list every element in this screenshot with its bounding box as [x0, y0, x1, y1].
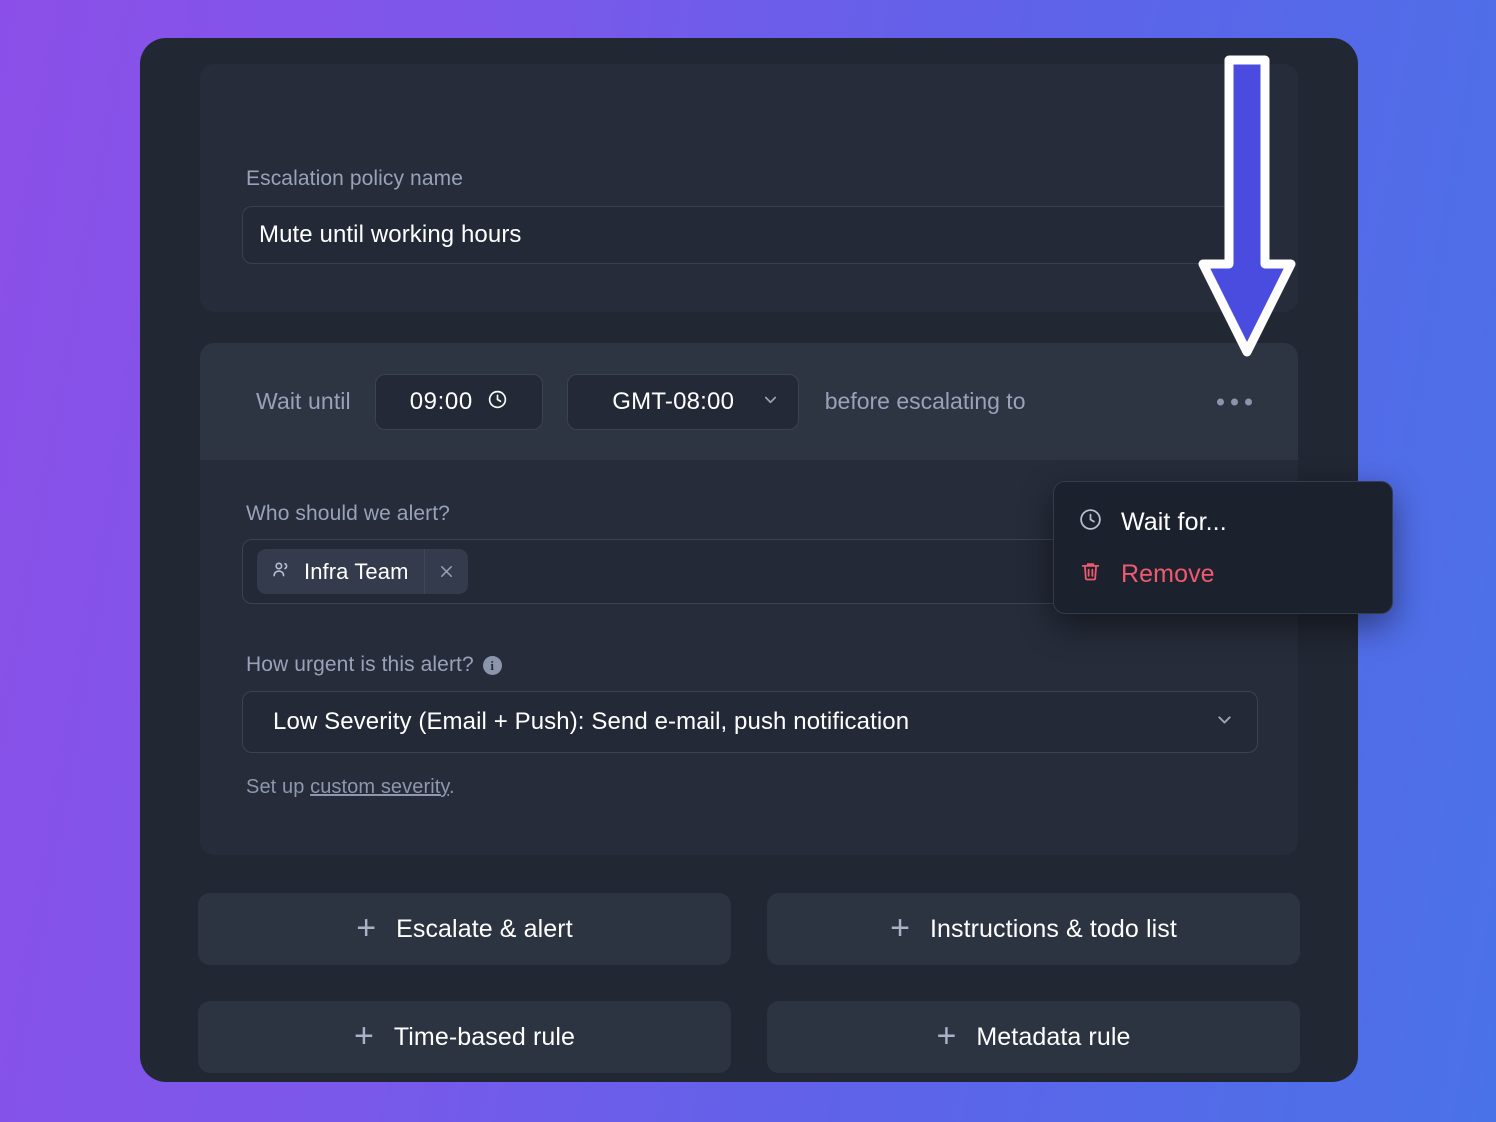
policy-name-input[interactable] [242, 206, 1258, 264]
add-instructions-todo-label: Instructions & todo list [929, 914, 1177, 943]
wait-until-label: Wait until [256, 388, 351, 414]
menu-item-wait-for[interactable]: Wait for... [1054, 496, 1392, 548]
team-tag-label: Infra Team [304, 558, 409, 584]
severity-select[interactable]: Low Severity (Email + Push): Send e-mail… [242, 691, 1258, 753]
trash-icon [1078, 559, 1103, 589]
close-icon[interactable] [423, 549, 468, 594]
info-icon[interactable]: i [482, 655, 502, 675]
chevron-down-icon [761, 390, 780, 414]
menu-item-wait-for-label: Wait for... [1121, 507, 1227, 536]
clock-icon [487, 389, 508, 415]
add-time-based-rule-label: Time-based rule [393, 1022, 576, 1051]
before-escalating-label: before escalating to [824, 388, 1026, 414]
urgency-label: How urgent is this alert? [246, 653, 474, 676]
team-tag: Infra Team [257, 549, 468, 594]
escalation-policy-card: Escalation policy name Wait until 09:00 … [140, 38, 1393, 1082]
add-time-based-rule-button[interactable]: + Time-based rule [198, 1001, 731, 1073]
custom-severity-link[interactable]: custom severity [310, 776, 449, 798]
add-escalate-alert-button[interactable]: + Escalate & alert [198, 893, 731, 965]
policy-name-label: Escalation policy name [246, 167, 463, 190]
clock-icon [1078, 507, 1103, 537]
wait-time-value: 09:00 [409, 387, 473, 415]
add-block-actions: + Escalate & alert + Instructions & todo… [198, 893, 1300, 1073]
wait-time-input[interactable]: 09:00 [374, 373, 543, 430]
custom-severity-suffix: . [449, 776, 455, 798]
rule-context-menu: Wait for... Remove [1053, 481, 1393, 614]
add-metadata-rule-button[interactable]: + Metadata rule [767, 1001, 1300, 1073]
urgency-label-wrap: How urgent is this alert? i [246, 653, 502, 677]
users-icon [271, 559, 292, 585]
rule-header-row: Wait until 09:00 GMT-08:00 before escala… [200, 343, 1298, 460]
plus-icon: + [890, 908, 910, 947]
plus-icon: + [356, 908, 377, 947]
severity-chevron-down-icon [1214, 709, 1235, 735]
policy-name-panel: Escalation policy name [200, 64, 1298, 312]
menu-item-remove-label: Remove [1121, 559, 1215, 588]
plus-icon: + [936, 1016, 957, 1055]
team-tag-main: Infra Team [257, 549, 424, 594]
custom-severity-hint: Set up custom severity. [246, 776, 455, 799]
add-instructions-todo-button[interactable]: + Instructions & todo list [767, 893, 1300, 965]
who-should-alert-label: Who should we alert? [246, 502, 450, 525]
custom-severity-prefix: Set up [246, 776, 311, 798]
ellipsis-horizontal-icon[interactable] [1211, 388, 1258, 415]
timezone-select[interactable]: GMT-08:00 [566, 373, 799, 430]
timezone-value: GMT-08:00 [612, 387, 735, 415]
add-escalate-alert-label: Escalate & alert [396, 914, 573, 943]
menu-item-remove[interactable]: Remove [1054, 548, 1392, 600]
plus-icon: + [353, 1016, 374, 1055]
add-metadata-rule-label: Metadata rule [976, 1022, 1131, 1051]
severity-value: Low Severity (Email + Push): Send e-mail… [273, 708, 910, 735]
